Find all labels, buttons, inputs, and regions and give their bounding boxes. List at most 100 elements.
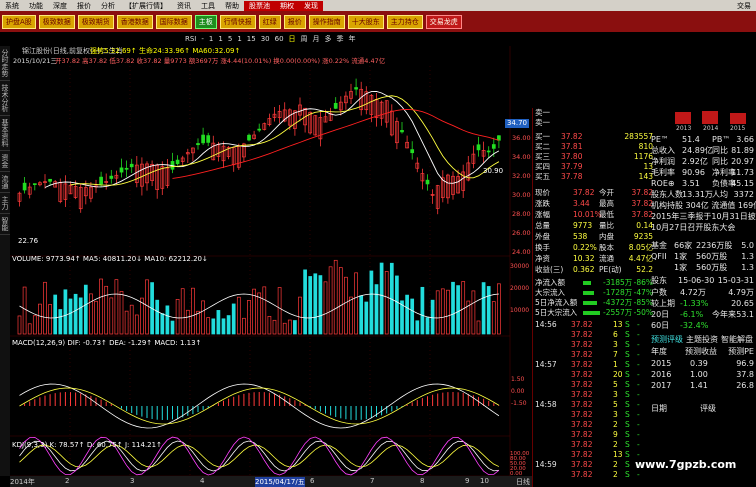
f10-value: 3.51	[682, 179, 700, 188]
f10-panel: 2013 2014 2015 PE™ 51.4 PB™ 3.66 总收入 24.89亿 同比 81.…	[650, 108, 756, 487]
period-button[interactable]: 周	[301, 34, 308, 44]
volume-bar	[405, 294, 409, 335]
side-tab[interactable]: 技术分析	[0, 81, 10, 116]
stat-label: 内盘	[599, 232, 614, 241]
period-button[interactable]: 多	[325, 34, 332, 44]
period-button[interactable]: 1	[209, 35, 213, 43]
toolbar-button[interactable]: 香港数据	[116, 14, 153, 29]
toolbar-button[interactable]: 红绿	[258, 14, 281, 29]
menu-item[interactable]: 深度	[48, 1, 72, 11]
last-price-label: 30.90	[483, 167, 504, 175]
period-button[interactable]: 月	[313, 34, 320, 44]
period-button[interactable]: 60	[275, 35, 284, 43]
toolbar-button[interactable]: 国际数据	[155, 14, 192, 29]
f10-label: 总收入	[651, 146, 675, 155]
f10-row: QFII 1家 560万股 1.3	[650, 252, 756, 262]
flow-label: 大宗流入	[535, 288, 565, 297]
side-tab[interactable]: 分时走势	[0, 46, 10, 81]
volume-bar	[155, 299, 160, 335]
toolbar-button[interactable]: 护盘A股	[2, 14, 36, 29]
period-button[interactable]: 30	[261, 35, 270, 43]
volume-bar	[430, 299, 435, 335]
buy-price: 37.82	[561, 132, 583, 141]
menu-item[interactable]: 交易	[732, 1, 756, 11]
holder-pct: 5.0	[741, 241, 754, 250]
period-button[interactable]: 季	[337, 34, 344, 44]
f10-row: 基金 66家 2236万股 5.0	[650, 241, 756, 251]
holder-type: 基金	[651, 241, 667, 250]
side-tab[interactable]: 智能	[0, 214, 10, 235]
forecast-tab[interactable]: 主题投资	[686, 335, 718, 345]
toolbar-button[interactable]: 主力持仓	[386, 14, 423, 29]
side-tab[interactable]: 基本资料	[0, 116, 10, 151]
volume-bar	[481, 282, 486, 335]
period-button[interactable]: 5	[228, 35, 232, 43]
toolbar-button[interactable]: 十大股东	[347, 14, 384, 29]
menu-item[interactable]: 分析	[96, 1, 120, 11]
tick-time: 14:58	[535, 400, 557, 409]
volume-bar	[68, 298, 73, 335]
period-button[interactable]: 1	[218, 35, 222, 43]
menu-item[interactable]: 期权	[275, 0, 299, 11]
menu-item[interactable]: 系统	[0, 1, 24, 11]
f10-value: 24.89亿	[682, 146, 713, 155]
f10-label: 同比	[712, 146, 728, 155]
side-tab[interactable]: 主力	[0, 193, 10, 214]
period-button[interactable]: 日	[289, 34, 296, 44]
fin-label: 20日	[651, 310, 670, 319]
menu-item[interactable]: 工具	[196, 1, 220, 11]
f10-row: 净利润 2.92亿 同比 20.97	[650, 157, 756, 167]
period-button[interactable]: 15	[247, 35, 256, 43]
holder-count: 1家	[674, 263, 688, 272]
tick-price: 37.82	[571, 440, 593, 449]
forecast-tab[interactable]: 智能解盘	[721, 335, 753, 345]
toolbar-button[interactable]: 极致数据	[38, 14, 75, 29]
tick-direction: S	[625, 400, 630, 409]
stat-label: 总量	[535, 221, 550, 230]
menu-item[interactable]: 帮助	[220, 1, 244, 11]
menu-item[interactable]: 【扩展行情】	[120, 1, 172, 11]
candle-body	[400, 130, 404, 133]
flow-value: -4372万	[603, 298, 633, 307]
f10-value: 3372	[733, 190, 754, 199]
side-tab[interactable]: 流通	[0, 172, 10, 193]
stat-value: 0.22%	[573, 243, 597, 252]
fin-value: 4.72万	[680, 288, 706, 297]
price-axis-tick: 34.00	[512, 153, 531, 161]
menu-item[interactable]: 报价	[72, 1, 96, 11]
menu-item[interactable]: 资讯	[172, 1, 196, 11]
f10-row: 较上期 -1.33% 20.65	[650, 299, 756, 309]
tick-direction: S	[625, 360, 630, 369]
tick-direction: S	[625, 460, 630, 469]
candle-body	[257, 128, 262, 131]
side-tab[interactable]: 资金	[0, 151, 10, 172]
tick-price: 37.82	[571, 330, 593, 339]
forecast-tab[interactable]: 预测评级	[651, 335, 683, 345]
holder-count: 66家	[674, 241, 693, 250]
fin-value: -32.4%	[680, 321, 709, 330]
buy-label: 买一	[535, 132, 550, 141]
low-price-label: 22.76	[18, 237, 39, 245]
menu-item[interactable]: 股票池	[244, 0, 275, 11]
f10-label: 股东人数	[651, 190, 683, 199]
tick-price: 37.82	[571, 370, 593, 379]
toolbar-button[interactable]: 行情快报	[219, 14, 256, 29]
toolbar-button[interactable]: 交易龙虎	[425, 14, 462, 29]
period-button[interactable]: RSI	[185, 35, 196, 43]
period-button[interactable]: 年	[349, 34, 356, 44]
toolbar-button[interactable]: 极致期货	[77, 14, 114, 29]
fin-value: 53.1	[736, 310, 754, 319]
volume-bar	[165, 305, 170, 335]
volume-bar	[231, 303, 236, 335]
f10-value: 90.96	[682, 168, 705, 177]
toolbar-button[interactable]: 报价	[283, 14, 306, 29]
menu-item[interactable]: 发现	[299, 0, 323, 11]
f10-row: 预测评级 主题投资 智能解盘	[650, 335, 756, 345]
toolbar-button[interactable]: 主板	[194, 14, 217, 29]
menu-item[interactable]: 功能	[24, 1, 48, 11]
candle-body	[206, 135, 211, 143]
period-button[interactable]: 1	[237, 35, 241, 43]
period-button[interactable]: -	[201, 35, 204, 43]
toolbar-button[interactable]: 操作指南	[308, 14, 345, 29]
tick-volume: 20	[613, 370, 623, 379]
